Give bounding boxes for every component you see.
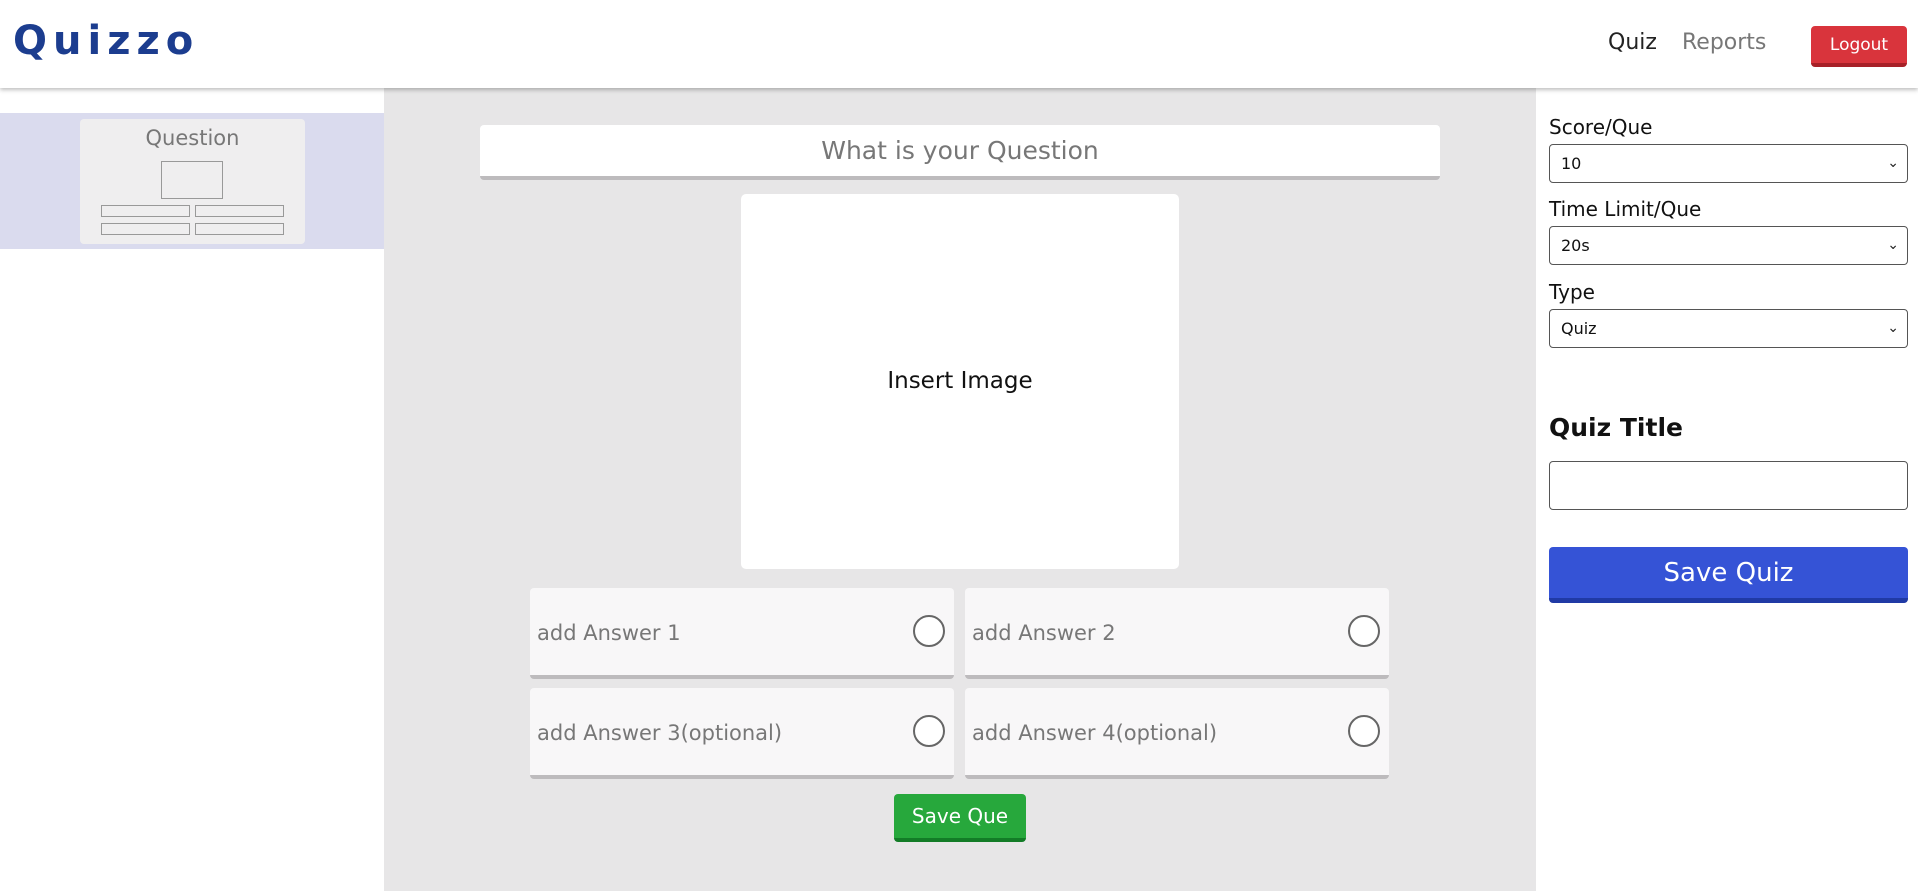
question-thumbnail[interactable]: Question bbox=[80, 119, 305, 244]
insert-image-label: Insert Image bbox=[887, 368, 1033, 394]
score-select-value: 10 bbox=[1561, 154, 1582, 173]
type-select-value: Quiz bbox=[1561, 319, 1597, 338]
quiz-settings-panel: Score/Que 10 ⌄ Time Limit/Que 20s ⌄ Type… bbox=[1536, 88, 1918, 891]
top-navbar: Quizzo Quiz Reports Logout bbox=[0, 0, 1918, 88]
time-limit-label: Time Limit/Que bbox=[1549, 197, 1702, 221]
chevron-down-icon: ⌄ bbox=[1887, 155, 1899, 171]
answer-4-input[interactable] bbox=[972, 716, 1302, 750]
answer-1-correct-radio[interactable] bbox=[913, 615, 945, 647]
answer-4-correct-radio[interactable] bbox=[1348, 715, 1380, 747]
answer-card-3 bbox=[530, 688, 954, 779]
thumbnail-answer-4 bbox=[195, 223, 284, 235]
quiz-title-label: Quiz Title bbox=[1549, 413, 1683, 442]
logout-button[interactable]: Logout bbox=[1811, 26, 1907, 67]
save-question-button[interactable]: Save Que bbox=[894, 794, 1026, 842]
thumbnail-answer-2 bbox=[195, 205, 284, 217]
score-select[interactable]: 10 ⌄ bbox=[1549, 144, 1908, 183]
answer-3-input[interactable] bbox=[537, 716, 867, 750]
thumbnail-answer-3 bbox=[101, 223, 190, 235]
score-label: Score/Que bbox=[1549, 115, 1653, 139]
chevron-down-icon: ⌄ bbox=[1887, 320, 1899, 336]
thumbnail-image-placeholder bbox=[161, 161, 223, 199]
answer-2-correct-radio[interactable] bbox=[1348, 615, 1380, 647]
answer-1-input[interactable] bbox=[537, 616, 867, 650]
answer-card-4 bbox=[965, 688, 1389, 779]
insert-image-area[interactable]: Insert Image bbox=[741, 194, 1179, 569]
time-limit-select-value: 20s bbox=[1561, 236, 1590, 255]
question-slide-selected[interactable]: Question bbox=[0, 113, 384, 249]
question-list-sidebar: Question bbox=[0, 88, 384, 891]
question-input[interactable] bbox=[480, 125, 1440, 180]
chevron-down-icon: ⌄ bbox=[1887, 237, 1899, 253]
nav-reports-link[interactable]: Reports bbox=[1682, 30, 1766, 55]
answer-card-2 bbox=[965, 588, 1389, 679]
app-logo[interactable]: Quizzo bbox=[13, 18, 199, 64]
question-editor: Insert Image Save Que bbox=[384, 88, 1536, 891]
question-thumbnail-label: Question bbox=[145, 126, 240, 150]
thumbnail-answer-1 bbox=[101, 205, 190, 217]
save-quiz-button[interactable]: Save Quiz bbox=[1549, 547, 1908, 603]
answer-3-correct-radio[interactable] bbox=[913, 715, 945, 747]
nav-quiz-link[interactable]: Quiz bbox=[1608, 30, 1657, 55]
time-limit-select[interactable]: 20s ⌄ bbox=[1549, 226, 1908, 265]
type-label: Type bbox=[1549, 280, 1595, 304]
answer-2-input[interactable] bbox=[972, 616, 1302, 650]
answer-card-1 bbox=[530, 588, 954, 679]
type-select[interactable]: Quiz ⌄ bbox=[1549, 309, 1908, 348]
quiz-title-input[interactable] bbox=[1549, 461, 1908, 510]
